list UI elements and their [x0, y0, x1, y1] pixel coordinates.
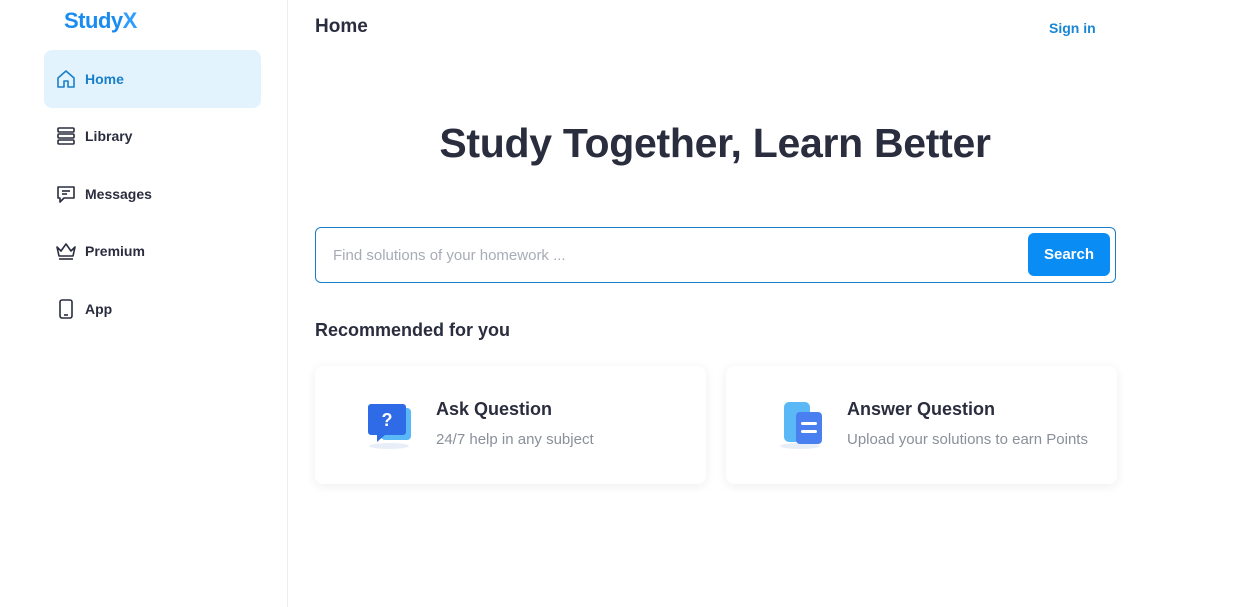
ask-question-icon: ?	[367, 400, 415, 450]
sidebar-item-library[interactable]: Library	[44, 108, 261, 166]
answer-question-card[interactable]: Answer Question Upload your solutions to…	[726, 366, 1117, 484]
logo-accent: X	[122, 8, 138, 33]
sidebar-item-home[interactable]: Home	[44, 50, 261, 108]
card-title: Answer Question	[847, 399, 996, 419]
answer-question-icon	[778, 400, 826, 450]
sidebar-item-label: Home	[85, 70, 124, 87]
page-title: Home	[315, 16, 368, 37]
main-content: Home Sign in Study Together, Learn Bette…	[288, 0, 1233, 607]
search-bar: Search	[315, 227, 1116, 283]
studyx-logo[interactable]: StudyX	[64, 8, 137, 34]
search-button[interactable]: Search	[1028, 233, 1110, 276]
svg-text:?: ?	[382, 410, 393, 430]
search-input[interactable]	[333, 228, 1013, 282]
phone-icon	[55, 298, 77, 320]
sidebar-item-messages[interactable]: Messages	[44, 165, 261, 223]
crown-icon	[55, 240, 77, 262]
card-title: Ask Question	[436, 399, 553, 419]
library-icon	[55, 125, 77, 147]
sidebar-item-label: Premium	[85, 243, 145, 260]
sidebar-nav: Home Library Messages Premium App	[44, 50, 261, 338]
sidebar-item-label: App	[85, 300, 113, 317]
ask-question-card[interactable]: ? Ask Question 24/7 help in any subject	[315, 366, 706, 484]
sidebar: StudyX Home Library Messages Premium App	[0, 0, 288, 607]
hero-headline: Study Together, Learn Better	[439, 120, 991, 166]
sidebar-item-app[interactable]: App	[44, 280, 261, 338]
recommended-title: Recommended for you	[315, 320, 511, 340]
card-description: 24/7 help in any subject	[436, 431, 594, 448]
sidebar-item-premium[interactable]: Premium	[44, 223, 261, 281]
card-description: Upload your solutions to earn Points	[847, 431, 1088, 448]
sidebar-item-label: Messages	[85, 185, 152, 202]
logo-text: Study	[64, 8, 123, 33]
home-icon	[55, 68, 77, 90]
sign-in-link[interactable]: Sign in	[1049, 20, 1096, 36]
messages-icon	[55, 183, 77, 205]
sidebar-item-label: Library	[85, 128, 133, 145]
